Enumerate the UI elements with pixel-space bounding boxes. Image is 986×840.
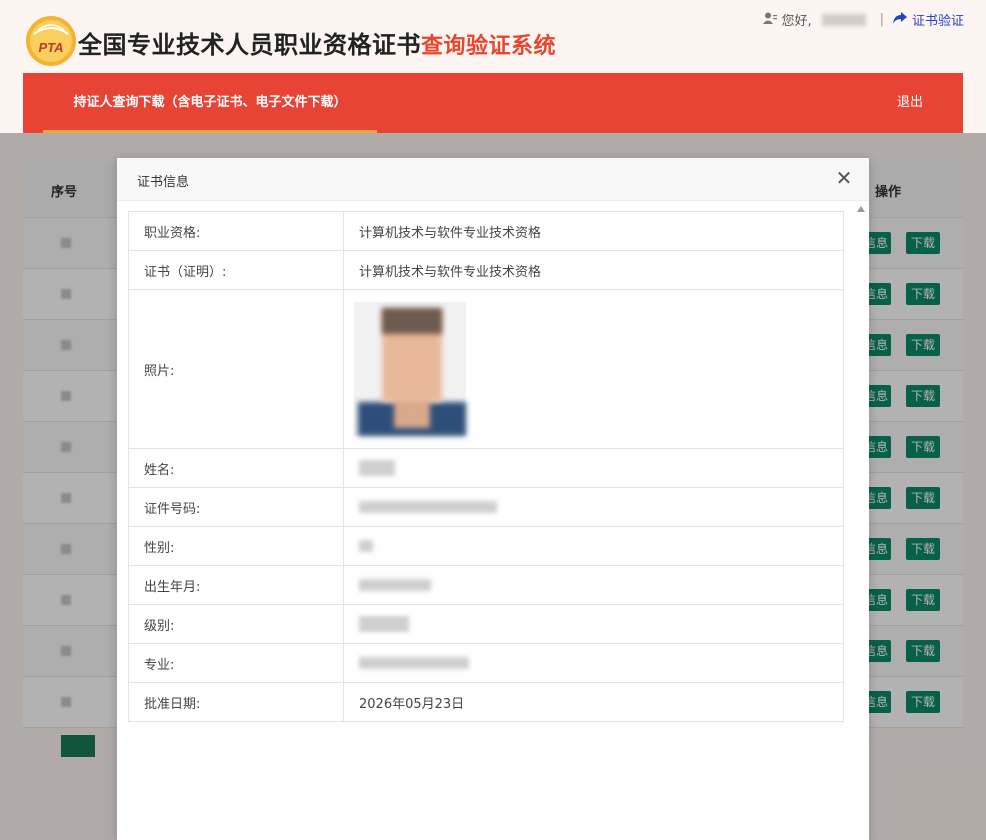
field-value-gender (343, 526, 844, 566)
field-value-photo (343, 289, 844, 449)
field-label-name: 姓名: (128, 448, 344, 488)
field-value-certificate: 计算机技术与软件专业技术资格 (343, 250, 844, 290)
field-label-gender: 性别: (128, 526, 344, 566)
divider: | (879, 12, 884, 27)
certificate-info-modal: 证书信息 ✕ 职业资格: 计算机技术与软件专业技术资格 证书（证明）: 计算机技… (117, 158, 869, 840)
user-bar: 您好, | 证书验证 (763, 10, 964, 29)
user-icon (763, 12, 778, 28)
modal-title: 证书信息 (137, 175, 190, 190)
verify-link[interactable]: 证书验证 (912, 10, 964, 29)
field-label-approval: 批准日期: (128, 682, 344, 722)
field-label-certificate: 证书（证明）: (128, 250, 344, 290)
field-value-name (343, 448, 844, 488)
field-value-level (343, 604, 844, 644)
field-label-level: 级别: (128, 604, 344, 644)
share-icon[interactable] (892, 11, 908, 29)
field-value-major (343, 643, 844, 683)
field-value-id (343, 487, 844, 527)
field-label-id: 证件号码: (128, 487, 344, 527)
greeting-text: 您好, (781, 14, 812, 29)
field-label-birth: 出生年月: (128, 565, 344, 605)
field-label-qualification: 职业资格: (128, 211, 344, 251)
main-navbar: 持证人查询下载（含电子证书、电子文件下载） 退出 (23, 73, 963, 133)
field-label-major: 专业: (128, 643, 344, 683)
user-name (821, 13, 866, 26)
field-value-birth (343, 565, 844, 605)
system-title-main: 全国专业技术人员职业资格证书 (78, 31, 421, 59)
system-title: 全国专业技术人员职业资格证书查询验证系统 (78, 25, 556, 60)
logout-link[interactable]: 退出 (897, 73, 923, 133)
field-value-approval: 2026年05月23日 (343, 682, 844, 722)
close-icon[interactable]: ✕ (833, 167, 855, 189)
field-label-photo: 照片: (128, 289, 344, 449)
scroll-up-icon[interactable] (857, 206, 865, 212)
field-value-qualification: 计算机技术与软件专业技术资格 (343, 211, 844, 251)
system-title-accent: 查询验证系统 (421, 34, 557, 59)
tab-holder-query[interactable]: 持证人查询下载（含电子证书、电子文件下载） (43, 73, 377, 133)
holder-photo (354, 302, 466, 436)
svg-text:PTA: PTA (38, 40, 63, 55)
modal-header: 证书信息 ✕ (117, 158, 869, 201)
pta-logo: PTA (24, 14, 78, 68)
certificate-info-table: 职业资格: 计算机技术与软件专业技术资格 证书（证明）: 计算机技术与软件专业技… (128, 211, 844, 722)
